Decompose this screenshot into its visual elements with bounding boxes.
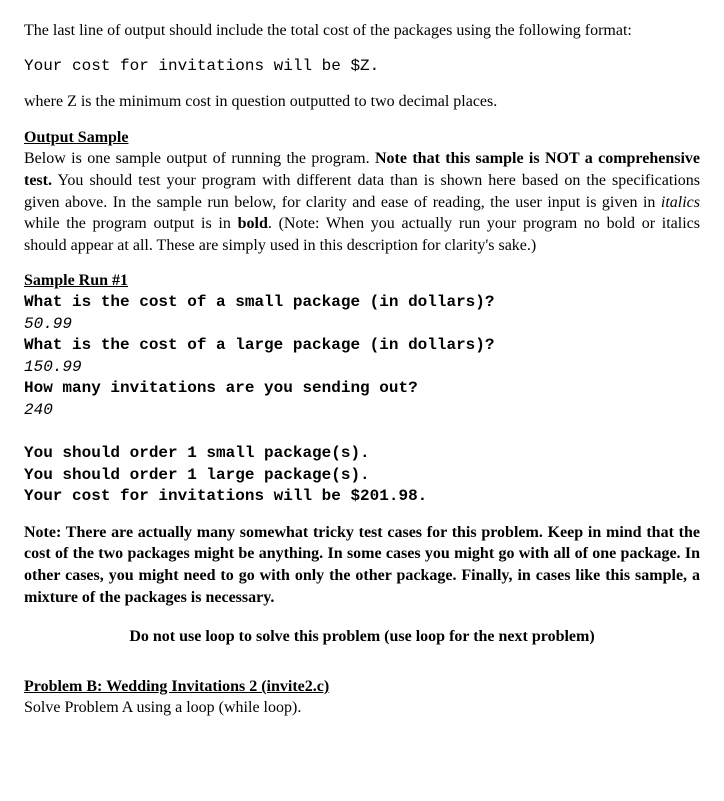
output-sample-heading: Output Sample (24, 127, 700, 149)
prompt-small-cost: What is the cost of a small package (in … (24, 292, 700, 314)
prompt-invitation-count: How many invitations are you sending out… (24, 378, 700, 400)
input-invitation-count: 240 (24, 400, 700, 422)
no-loop-instruction: Do not use loop to solve this problem (u… (24, 626, 700, 648)
blank-line (24, 422, 700, 444)
input-large-cost: 150.99 (24, 357, 700, 379)
prompt-large-cost: What is the cost of a large package (in … (24, 335, 700, 357)
sample-text-bold-word: bold (238, 215, 268, 232)
sample-run-heading: Sample Run #1 (24, 270, 700, 292)
input-small-cost: 50.99 (24, 314, 700, 336)
intro-line-1: The last line of output should include t… (24, 20, 700, 42)
output-small-packages: You should order 1 small package(s). (24, 443, 700, 465)
output-large-packages: You should order 1 large package(s). (24, 465, 700, 487)
code-format-line: Your cost for invitations will be $Z. (24, 56, 700, 78)
sample-text-italics-word: italics (661, 194, 700, 211)
intro-line-2: where Z is the minimum cost in question … (24, 91, 700, 113)
problem-b-heading: Problem B: Wedding Invitations 2 (invite… (24, 676, 700, 698)
problem-b-section: Problem B: Wedding Invitations 2 (invite… (24, 676, 700, 719)
output-sample-section: Output Sample Below is one sample output… (24, 127, 700, 257)
sample-text-part3: while the program output is in (24, 215, 238, 232)
problem-b-line: Solve Problem A using a loop (while loop… (24, 697, 700, 719)
output-sample-paragraph: Below is one sample output of running th… (24, 148, 700, 256)
sample-text-part2: You should test your program with differ… (24, 172, 700, 211)
sample-text-part1: Below is one sample output of running th… (24, 150, 375, 167)
output-total-cost: Your cost for invitations will be $201.9… (24, 486, 700, 508)
sample-run-block: Sample Run #1 What is the cost of a smal… (24, 270, 700, 508)
note-paragraph: Note: There are actually many somewhat t… (24, 522, 700, 608)
